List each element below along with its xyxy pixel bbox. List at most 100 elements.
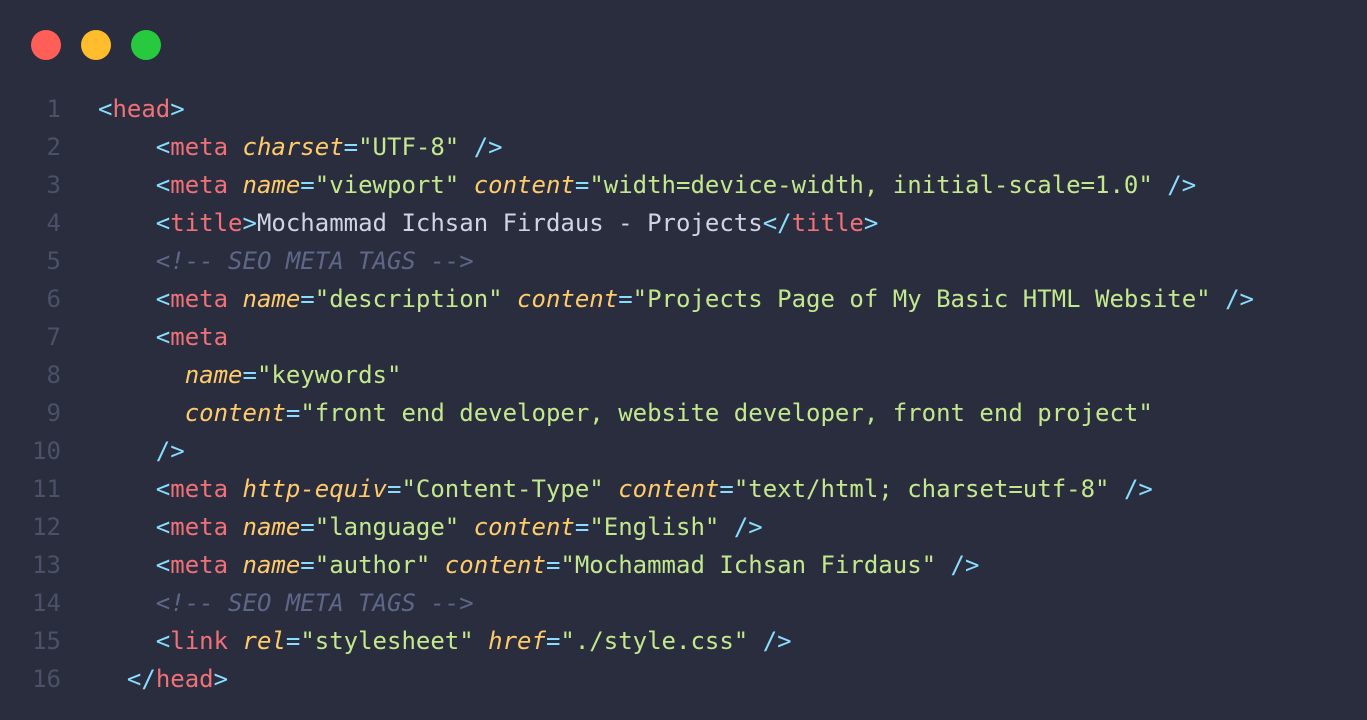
code-token: http-equiv	[242, 475, 388, 503]
code-block: 1 <head> 2 <meta charset="UTF-8" /> 3 <meta…	[0, 90, 1367, 698]
code-token: name	[184, 361, 243, 389]
code-line: 5 <!-- SEO META TAGS -->	[0, 242, 1367, 280]
minimize-window-dot[interactable]	[81, 30, 111, 60]
code-token: content	[618, 475, 720, 503]
code-token: =	[545, 551, 561, 579]
code-token: meta	[170, 551, 229, 579]
line-source: <title>Mochammad Ichsan Firdaus - Projec…	[98, 204, 879, 242]
line-source: name="keywords"	[98, 356, 402, 394]
code-token: =	[300, 551, 315, 579]
code-token: "text/html; charset=utf-8"	[733, 475, 1110, 503]
code-token: />	[1167, 171, 1197, 199]
line-number: 3	[46, 171, 61, 199]
line-number: 10	[32, 437, 61, 465]
line-number: 8	[46, 361, 61, 389]
line-source: <!-- SEO META TAGS -->	[98, 242, 474, 280]
code-token: =	[618, 285, 633, 313]
code-line: 6 <meta name="description" content="Proj…	[0, 280, 1367, 318]
code-token: >	[863, 209, 879, 237]
code-token: =	[300, 513, 315, 541]
line-number: 7	[46, 323, 61, 351]
code-token: =	[285, 399, 301, 427]
code-token: <	[155, 513, 171, 541]
code-line: 13 <meta name="author" content="Mochamma…	[0, 546, 1367, 584]
code-token: content	[444, 551, 546, 579]
line-source: <meta name="viewport" content="width=dev…	[98, 166, 1196, 204]
code-window: 1 <head> 2 <meta charset="UTF-8" /> 3 <meta…	[0, 0, 1367, 720]
code-token: />	[950, 551, 980, 579]
code-token: name	[242, 171, 301, 199]
line-number: 2	[46, 133, 61, 161]
line-number: 11	[32, 475, 61, 503]
line-number: 9	[46, 399, 61, 427]
code-token: "front end developer, website developer,…	[300, 399, 1153, 427]
code-line: 11 <meta http-equiv="Content-Type" conte…	[0, 470, 1367, 508]
code-line: 16 </head>	[0, 660, 1367, 698]
code-token: head	[155, 665, 214, 693]
code-token: meta	[170, 475, 229, 503]
line-source: <head>	[98, 90, 185, 128]
line-number: 14	[32, 589, 61, 617]
line-source: <meta name="language" content="English" …	[98, 508, 763, 546]
code-line: 7 <meta	[0, 318, 1367, 356]
line-source: <meta name="description" content="Projec…	[98, 280, 1254, 318]
code-token: meta	[170, 133, 229, 161]
code-token: <	[155, 133, 171, 161]
code-token: "UTF-8"	[358, 133, 460, 161]
code-token: </	[762, 209, 792, 237]
code-token: "author"	[314, 551, 431, 579]
line-number: 12	[32, 513, 61, 541]
code-line: 2 <meta charset="UTF-8" />	[0, 128, 1367, 166]
code-token: =	[574, 171, 590, 199]
code-token: <!-- SEO META TAGS -->	[155, 247, 474, 275]
code-token: =	[242, 361, 257, 389]
code-line: 14 <!-- SEO META TAGS -->	[0, 584, 1367, 622]
code-line: 8 name="keywords"	[0, 356, 1367, 394]
line-number: 1	[46, 95, 61, 123]
close-window-dot[interactable]	[31, 30, 61, 60]
code-token: rel	[242, 627, 286, 655]
code-token: name	[242, 551, 301, 579]
code-token: <	[155, 475, 171, 503]
code-token: >	[170, 95, 185, 123]
code-token: meta	[170, 323, 229, 351]
line-source: <link rel="stylesheet" href="./style.css…	[98, 622, 792, 660]
code-token: >	[242, 209, 257, 237]
code-token: />	[762, 627, 792, 655]
code-token: meta	[170, 285, 229, 313]
code-line: 3 <meta name="viewport" content="width=d…	[0, 166, 1367, 204]
code-token: link	[170, 627, 229, 655]
code-line: 4 <title>Mochammad Ichsan Firdaus - Proj…	[0, 204, 1367, 242]
code-token: content	[473, 171, 575, 199]
code-token: content	[473, 513, 575, 541]
code-token: <	[155, 171, 171, 199]
maximize-window-dot[interactable]	[131, 30, 161, 60]
code-token: head	[112, 95, 171, 123]
code-token: <	[155, 627, 171, 655]
line-source: <meta name="author" content="Mochammad I…	[98, 546, 980, 584]
line-source: content="front end developer, website de…	[98, 394, 1153, 432]
code-token: "English"	[589, 513, 720, 541]
code-line: 12 <meta name="language" content="Englis…	[0, 508, 1367, 546]
code-token: "Content-Type"	[401, 475, 604, 503]
code-token: <	[155, 285, 171, 313]
